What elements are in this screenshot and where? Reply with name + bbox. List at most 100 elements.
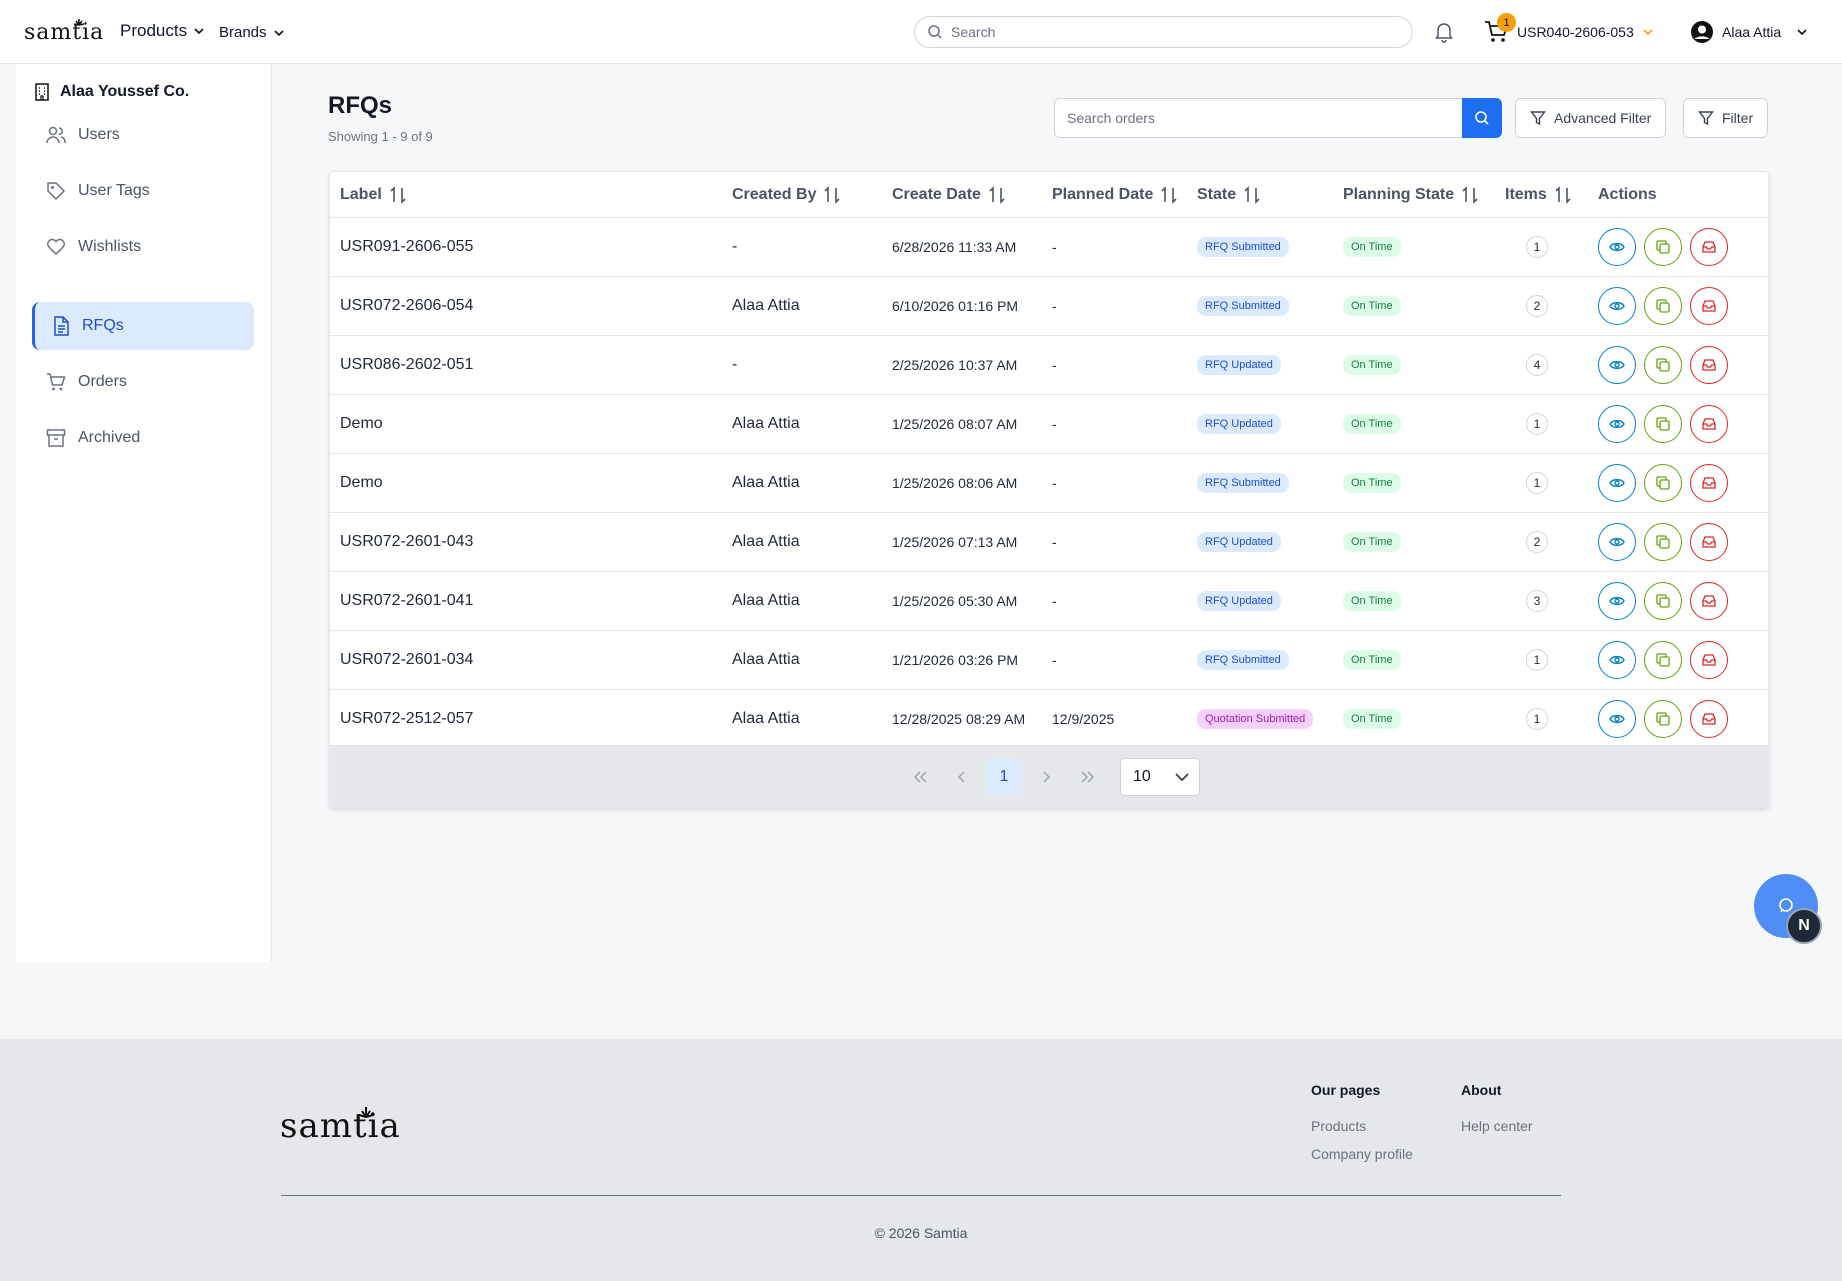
- table-row[interactable]: USR091-2606-055 - 6/28/2026 11:33 AM - RFQ S…: [330, 218, 1768, 277]
- duplicate-button[interactable]: [1644, 700, 1682, 738]
- archive-button[interactable]: [1690, 523, 1728, 561]
- row-label[interactable]: USR086-2602-051: [340, 336, 473, 394]
- state-badge: Quotation Submitted: [1197, 709, 1314, 729]
- chevron-down-icon: [273, 29, 284, 36]
- view-button[interactable]: [1598, 641, 1636, 679]
- sidebar-item-user-tags[interactable]: User Tags: [32, 167, 254, 215]
- cart-count-badge: 1: [1497, 13, 1516, 32]
- view-button[interactable]: [1598, 346, 1636, 384]
- planning-state-badge: On Time: [1343, 473, 1401, 493]
- page-button-current[interactable]: 1: [986, 759, 1022, 795]
- sidebar-item-rfqs[interactable]: RFQs: [32, 302, 254, 350]
- brands-menu[interactable]: Brands: [219, 24, 286, 41]
- table-row[interactable]: USR072-2601-043 Alaa Attia 1/25/2026 07:13…: [330, 513, 1768, 572]
- footer-link-products[interactable]: Products: [1311, 1118, 1366, 1134]
- footer-logo[interactable]: samtia: [280, 1105, 414, 1143]
- duplicate-button[interactable]: [1644, 464, 1682, 502]
- duplicate-button[interactable]: [1644, 405, 1682, 443]
- brands-menu-label: Brands: [219, 24, 267, 41]
- row-label[interactable]: Demo: [340, 395, 383, 453]
- archive-button[interactable]: [1690, 464, 1728, 502]
- archive-button[interactable]: [1690, 405, 1728, 443]
- order-search-input[interactable]: [1054, 98, 1462, 138]
- eye-icon: [1609, 713, 1625, 725]
- duplicate-button[interactable]: [1644, 641, 1682, 679]
- table-row[interactable]: Demo Alaa Attia 1/25/2026 08:06 AM - RFQ Sub…: [330, 454, 1768, 513]
- sidebar-item-orders[interactable]: Orders: [32, 358, 254, 406]
- archive-button[interactable]: [1690, 700, 1728, 738]
- table-row[interactable]: USR086-2602-051 - 2/25/2026 10:37 AM - RFQ U…: [330, 336, 1768, 395]
- archive-icon: [1702, 712, 1716, 726]
- duplicate-button[interactable]: [1644, 228, 1682, 266]
- document-icon: [54, 316, 69, 336]
- row-label[interactable]: USR072-2601-041: [340, 572, 473, 630]
- row-label[interactable]: USR072-2606-054: [340, 277, 473, 335]
- col-header-label[interactable]: Label: [340, 172, 406, 218]
- sidebar-item-wishlists[interactable]: Wishlists: [32, 223, 254, 271]
- row-label[interactable]: USR091-2606-055: [340, 218, 473, 276]
- order-search-button[interactable]: [1462, 98, 1502, 138]
- duplicate-button[interactable]: [1644, 346, 1682, 384]
- row-create-date: 1/25/2026 08:06 AM: [892, 475, 1018, 491]
- cart-selector[interactable]: USR040-2606-053: [1517, 24, 1654, 40]
- products-menu[interactable]: Products: [120, 21, 206, 41]
- col-header-create-date[interactable]: Create Date: [892, 172, 1005, 218]
- footer-link-help-center[interactable]: Help center: [1461, 1118, 1533, 1134]
- table-row[interactable]: USR072-2606-054 Alaa Attia 6/10/2026 01:16…: [330, 277, 1768, 336]
- row-label[interactable]: USR072-2601-043: [340, 513, 473, 571]
- row-label[interactable]: Demo: [340, 454, 383, 512]
- previous-page-button[interactable]: [944, 759, 980, 795]
- view-button[interactable]: [1598, 405, 1636, 443]
- archive-button[interactable]: [1690, 582, 1728, 620]
- view-button[interactable]: [1598, 700, 1636, 738]
- last-page-button[interactable]: [1070, 759, 1106, 795]
- table-row[interactable]: USR072-2601-041 Alaa Attia 1/25/2026 05:30…: [330, 572, 1768, 631]
- row-label[interactable]: USR072-2601-034: [340, 631, 473, 689]
- planning-state-badge: On Time: [1343, 532, 1401, 552]
- first-page-button[interactable]: [902, 759, 938, 795]
- table-row[interactable]: USR072-2512-057 Alaa Attia 12/28/2025 08:2…: [330, 690, 1768, 749]
- view-button[interactable]: [1598, 228, 1636, 266]
- state-badge: RFQ Updated: [1197, 414, 1281, 434]
- advanced-filter-button[interactable]: Advanced Filter: [1515, 98, 1667, 138]
- row-create-date: 2/25/2026 10:37 AM: [892, 357, 1018, 373]
- sidebar-item-archived[interactable]: Archived: [32, 414, 254, 462]
- samtia-logo[interactable]: samtia: [24, 17, 110, 43]
- archive-button[interactable]: [1690, 228, 1728, 266]
- table-row[interactable]: USR072-2601-034 Alaa Attia 1/21/2026 03:26…: [330, 631, 1768, 690]
- col-header-planned-date[interactable]: Planned Date: [1052, 172, 1177, 218]
- row-created-by: Alaa Attia: [732, 710, 800, 727]
- duplicate-button[interactable]: [1644, 287, 1682, 325]
- sidebar-item-users[interactable]: Users: [32, 111, 254, 159]
- col-header-planning-state[interactable]: Planning State: [1343, 172, 1478, 218]
- duplicate-button[interactable]: [1644, 523, 1682, 561]
- archive-icon: [1702, 653, 1716, 667]
- archive-button[interactable]: [1690, 346, 1728, 384]
- col-header-items[interactable]: Items: [1505, 172, 1571, 218]
- view-button[interactable]: [1598, 464, 1636, 502]
- assistant-badge[interactable]: N: [1786, 908, 1822, 944]
- table-row[interactable]: Demo Alaa Attia 1/25/2026 08:07 AM - RFQ Upd…: [330, 395, 1768, 454]
- duplicate-button[interactable]: [1644, 582, 1682, 620]
- col-header-created-by[interactable]: Created By: [732, 172, 841, 218]
- rows-per-page-select[interactable]: 10: [1120, 758, 1200, 796]
- row-planned-date: -: [1052, 298, 1057, 314]
- col-header-state[interactable]: State: [1197, 172, 1260, 218]
- view-button[interactable]: [1598, 287, 1636, 325]
- row-label[interactable]: USR072-2512-057: [340, 690, 473, 748]
- planning-state-badge: On Time: [1343, 591, 1401, 611]
- global-search-input[interactable]: [951, 24, 1371, 40]
- eye-icon: [1609, 418, 1625, 430]
- view-button[interactable]: [1598, 523, 1636, 561]
- user-menu[interactable]: Alaa Attia: [1690, 20, 1809, 44]
- copyright: © 2026 Samtia: [874, 1225, 968, 1241]
- archive-button[interactable]: [1690, 641, 1728, 679]
- bell-icon[interactable]: [1434, 21, 1454, 43]
- eye-icon: [1609, 300, 1625, 312]
- footer-link-company-profile[interactable]: Company profile: [1311, 1146, 1413, 1162]
- sort-icon: [1555, 186, 1571, 204]
- view-button[interactable]: [1598, 582, 1636, 620]
- filter-button[interactable]: Filter: [1683, 98, 1769, 138]
- next-page-button[interactable]: [1028, 759, 1064, 795]
- archive-button[interactable]: [1690, 287, 1728, 325]
